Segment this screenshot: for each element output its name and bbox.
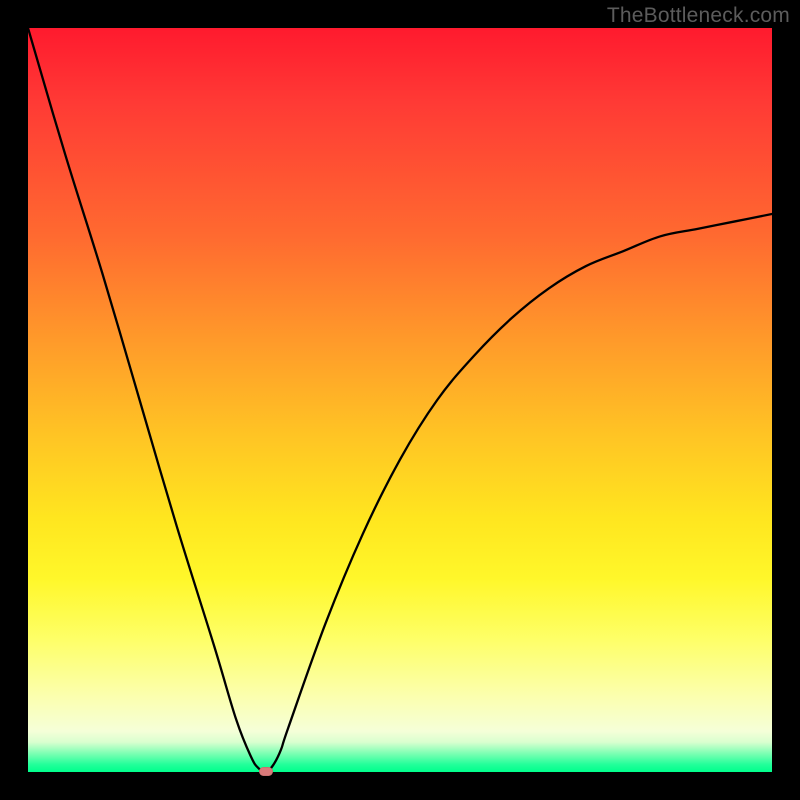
plot-area: [28, 28, 772, 772]
bottleneck-curve: [28, 28, 772, 772]
outer-frame: TheBottleneck.com: [0, 0, 800, 800]
optimal-point-marker: [259, 767, 273, 776]
watermark-text: TheBottleneck.com: [607, 4, 790, 28]
